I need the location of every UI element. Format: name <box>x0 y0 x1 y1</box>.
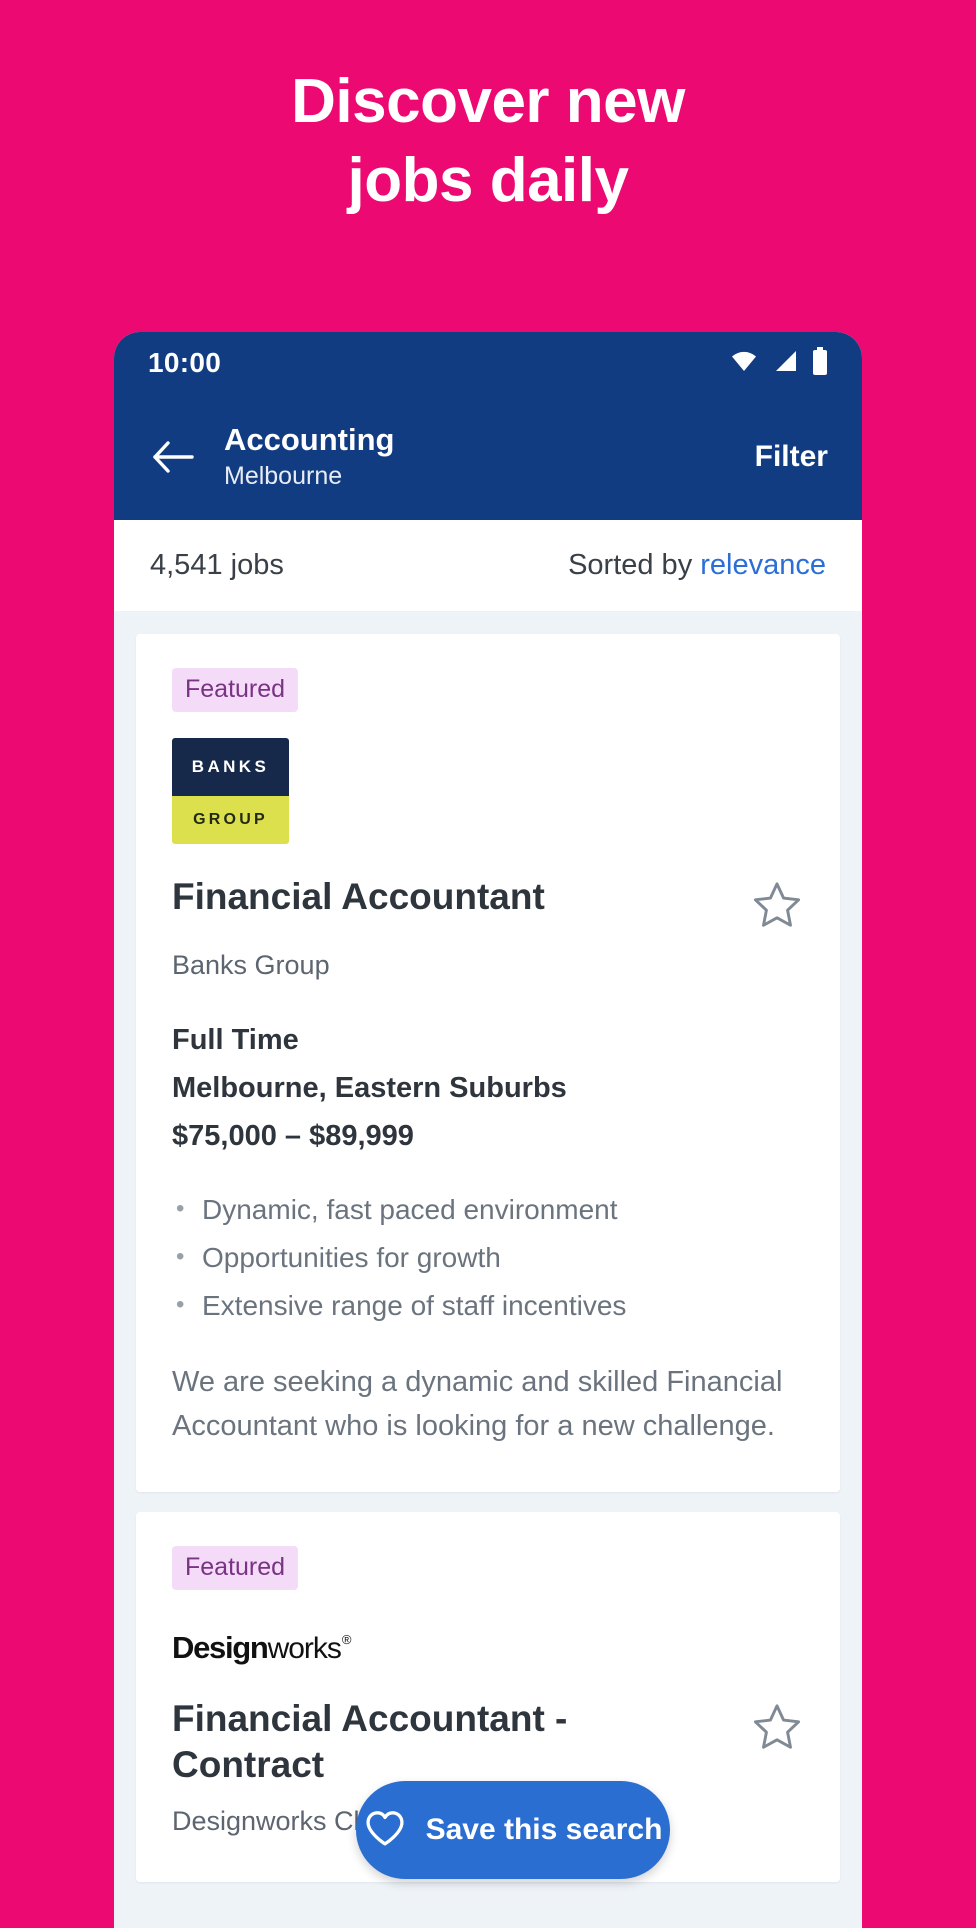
job-highlight-item: Opportunities for growth <box>172 1233 804 1282</box>
phone-mockup: 10:00 Accounting Melbourne Filter 4,541 … <box>114 332 862 1928</box>
logo-trademark: ® <box>341 1632 352 1647</box>
app-bar-titles: Accounting Melbourne <box>224 421 755 493</box>
logo-bold-text: Design <box>172 1630 269 1665</box>
save-this-search-button[interactable]: Save this search <box>356 1781 670 1879</box>
heart-outline-icon <box>364 1809 406 1852</box>
job-title[interactable]: Financial Accountant <box>172 874 545 920</box>
job-location: Melbourne, Eastern Suburbs <box>172 1072 567 1104</box>
job-work-type: Full Time <box>172 1024 299 1056</box>
promo-headline-line-1: Discover new <box>291 67 685 136</box>
job-description: We are seeking a dynamic and skilled Fin… <box>172 1366 783 1442</box>
job-highlights: Dynamic, fast paced environment Opportun… <box>172 1185 804 1330</box>
job-title[interactable]: Financial Accountant - Contract <box>172 1696 672 1788</box>
page-title: Accounting <box>224 422 395 457</box>
star-outline-icon <box>753 882 801 927</box>
logo-bottom-text: GROUP <box>193 811 268 828</box>
app-bar: Accounting Melbourne Filter <box>114 394 862 520</box>
logo-top-block: BANKS <box>172 738 289 796</box>
page-subtitle: Melbourne <box>224 462 343 490</box>
results-bar: 4,541 jobs Sorted by relevance <box>114 520 862 612</box>
status-bar: 10:00 <box>114 332 862 394</box>
status-bar-icons <box>730 346 828 380</box>
company-logo: BANKS GROUP <box>172 738 289 844</box>
status-bar-clock: 10:00 <box>148 347 222 378</box>
job-list[interactable]: Featured BANKS GROUP Financial Accountan… <box>114 612 862 1928</box>
featured-badge: Featured <box>172 668 299 712</box>
promo-headline-line-2: jobs daily <box>347 146 629 215</box>
logo-regular-text: works <box>267 1632 342 1665</box>
signal-icon <box>772 349 798 378</box>
save-this-search-label: Save this search <box>425 1813 663 1846</box>
job-meta: Full Time Melbourne, Eastern Suburbs $75… <box>172 1016 804 1160</box>
job-card[interactable]: Featured BANKS GROUP Financial Accountan… <box>136 634 840 1492</box>
promo-headline: Discover new jobs daily <box>0 0 976 220</box>
job-salary: $75,000 – $89,999 <box>172 1120 414 1152</box>
job-highlight-item: Extensive range of staff incentives <box>172 1281 804 1330</box>
battery-icon <box>812 346 828 380</box>
job-title-row: Financial Accountant <box>172 874 804 932</box>
logo-bottom-block: GROUP <box>172 796 289 844</box>
logo-top-text: BANKS <box>191 757 270 776</box>
company-logo: Design works ® <box>172 1626 804 1666</box>
sort-prefix-label: Sorted by <box>568 549 701 581</box>
job-title-row: Financial Accountant - Contract <box>172 1696 804 1788</box>
save-job-star-button[interactable] <box>750 1700 804 1754</box>
wifi-icon <box>730 350 758 377</box>
back-arrow-icon <box>153 441 194 473</box>
filter-button[interactable]: Filter <box>755 440 828 474</box>
sort-value-link[interactable]: relevance <box>700 549 826 581</box>
save-job-star-button[interactable] <box>750 878 804 932</box>
job-highlight-item: Dynamic, fast paced environment <box>172 1185 804 1234</box>
sort-control[interactable]: Sorted by relevance <box>568 549 826 582</box>
star-outline-icon <box>753 1704 801 1749</box>
featured-badge: Featured <box>172 1546 299 1590</box>
back-button[interactable] <box>140 424 206 490</box>
job-company: Banks Group <box>172 950 330 980</box>
results-count: 4,541 jobs <box>150 549 284 581</box>
